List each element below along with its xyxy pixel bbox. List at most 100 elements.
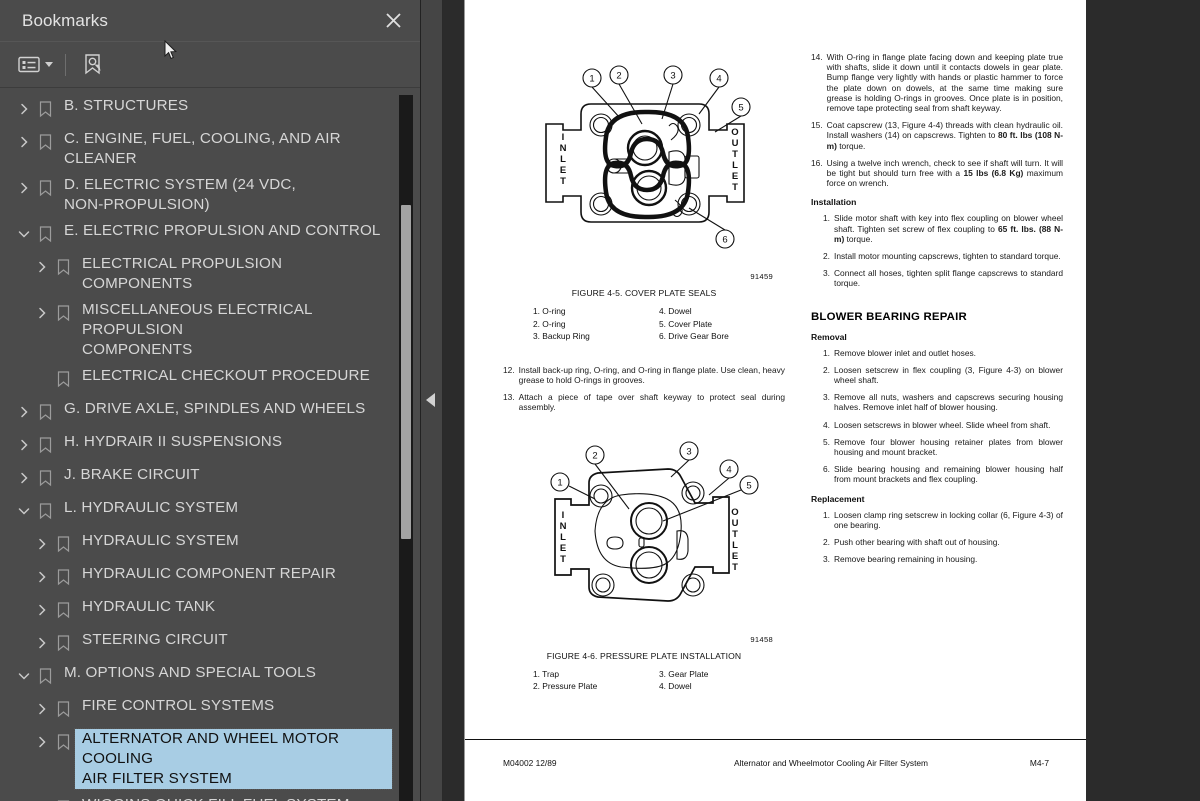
chevron-right-icon[interactable]	[14, 176, 34, 200]
chevron-right-icon[interactable]	[32, 532, 52, 556]
step-text: Loosen clamp ring setscrew in locking co…	[834, 509, 1063, 530]
bookmark-item[interactable]: L. HYDRAULIC SYSTEM	[0, 495, 400, 528]
step-number: 1.	[823, 213, 830, 224]
bookmark-item[interactable]: D. ELECTRIC SYSTEM (24 VDC, NON-PROPULSI…	[0, 172, 400, 218]
step-number: 5.	[823, 436, 830, 447]
removal-heading: Removal	[811, 331, 847, 342]
bookmark-item[interactable]: J. BRAKE CIRCUIT	[0, 462, 400, 495]
list-item: 2. Push other bearing with shaft out of …	[819, 537, 1063, 547]
svg-text:I: I	[562, 510, 565, 521]
list-item: 3. Remove all nuts, washers and capscrew…	[819, 392, 1063, 412]
chevron-right-icon[interactable]	[32, 301, 52, 325]
svg-text:T: T	[560, 176, 566, 187]
svg-text:L: L	[560, 532, 566, 543]
legend-item: 1. O-ring	[533, 306, 566, 316]
bookmark-item[interactable]: M. OPTIONS AND SPECIAL TOOLS	[0, 660, 400, 693]
bookmark-item[interactable]: HYDRAULIC TANK	[0, 594, 400, 627]
bookmark-item[interactable]: C. ENGINE, FUEL, COOLING, AND AIR CLEANE…	[0, 126, 400, 172]
svg-text:1: 1	[589, 74, 594, 85]
new-bookmark-button[interactable]	[78, 50, 108, 80]
svg-text:E: E	[560, 543, 566, 554]
bookmarks-tree[interactable]: B. STRUCTURES C. ENGINE, FUEL, COOLING, A…	[0, 89, 400, 801]
chevron-right-icon[interactable]	[14, 466, 34, 490]
pdf-reader-window: Bookmarks B. STRUCTURES C. ENGINE, FUEL,…	[0, 0, 1200, 801]
svg-text:T: T	[732, 149, 738, 160]
footer-page-number: M4-7	[1029, 758, 1049, 768]
bookmark-icon	[52, 301, 74, 325]
bookmark-icon	[34, 97, 56, 121]
svg-text:4: 4	[726, 464, 731, 475]
figure-4-5-caption: FIGURE 4-5. COVER PLATE SEALS	[571, 288, 717, 298]
bookmark-item[interactable]: G. DRIVE AXLE, SPINDLES AND WHEELS	[0, 396, 400, 429]
chevron-right-icon[interactable]	[14, 433, 34, 457]
chevron-down-icon	[45, 62, 53, 67]
svg-text:L: L	[732, 160, 738, 171]
chevron-down-icon[interactable]	[14, 664, 34, 688]
replacement-steps: 1. Loosen clamp ring setscrew in locking…	[811, 510, 1063, 565]
bookmark-item[interactable]: HYDRAULIC SYSTEM	[0, 528, 400, 561]
bookmarks-panel: Bookmarks B. STRUCTURES C. ENGINE, FUEL,…	[0, 0, 421, 801]
step-number: 3.	[823, 554, 830, 565]
step-text: Slide bearing housing and remaining blow…	[834, 464, 1063, 485]
step-number: 2.	[823, 364, 830, 375]
svg-text:T: T	[560, 554, 566, 565]
chevron-right-icon[interactable]	[32, 631, 52, 655]
svg-text:3: 3	[686, 446, 691, 457]
svg-text:E: E	[560, 165, 566, 176]
bookmark-item-label: FIRE CONTROL SYSTEMS	[82, 697, 275, 714]
bookmark-item[interactable]: FIRE CONTROL SYSTEMS	[0, 693, 400, 726]
svg-text:E: E	[732, 171, 738, 182]
bookmark-item-label: HYDRAULIC TANK	[82, 598, 216, 615]
legend-item: 3. Gear Plate	[659, 668, 709, 679]
bookmark-icon	[34, 130, 56, 154]
bookmark-item[interactable]: H. HYDRAIR II SUSPENSIONS	[0, 429, 400, 462]
bookmark-icon	[34, 466, 56, 490]
step-text: Coat capscrew (13, Figure 4-4) threads w…	[826, 120, 1063, 151]
collapse-left-arrow-icon[interactable]	[426, 393, 435, 407]
bookmark-item-selected[interactable]: ALTERNATOR AND WHEEL MOTOR COOLING AIR F…	[0, 726, 400, 792]
bookmark-item[interactable]: MISCELLANEOUS ELECTRICAL PROPULSION COMP…	[0, 297, 400, 363]
bookmark-item[interactable]: ELECTRICAL CHECKOUT PROCEDURE	[0, 363, 400, 396]
svg-text:T: T	[732, 562, 738, 573]
bookmark-icon	[34, 400, 56, 424]
step-number: 1.	[823, 347, 830, 358]
step-number: 2.	[823, 251, 830, 262]
bookmark-icon	[34, 222, 56, 246]
pdf-page-footer: M04002 12/89 Alternator and Wheelmotor C…	[465, 739, 1086, 801]
chevron-right-icon[interactable]	[14, 400, 34, 424]
bookmark-item[interactable]: WIGGINS QUICK FILL FUEL SYSTEM	[0, 792, 400, 801]
bookmark-item[interactable]: B. STRUCTURES	[0, 93, 400, 126]
chevron-right-icon[interactable]	[14, 97, 34, 121]
legend-item: 3. Backup Ring	[533, 331, 590, 342]
svg-text:4: 4	[716, 74, 721, 85]
bookmarks-scrollbar-thumb[interactable]	[401, 205, 411, 539]
chevron-right-icon[interactable]	[14, 130, 34, 154]
chevron-right-icon[interactable]	[32, 255, 52, 279]
bookmark-item[interactable]: E. ELECTRIC PROPULSION AND CONTROL	[0, 218, 400, 251]
list-item: 1. Remove blower inlet and outlet hoses.	[819, 348, 1063, 358]
chevron-right-icon[interactable]	[32, 598, 52, 622]
chevron-down-icon[interactable]	[14, 222, 34, 246]
chevron-right-icon[interactable]	[32, 730, 52, 754]
svg-text:2: 2	[592, 450, 597, 461]
bookmark-item[interactable]: STEERING CIRCUIT	[0, 627, 400, 660]
chevron-right-icon[interactable]	[32, 565, 52, 589]
list-item: 15. Coat capscrew (13, Figure 4-4) threa…	[811, 120, 1063, 151]
bookmarks-scrollbar[interactable]	[399, 95, 413, 801]
bookmark-item-label: C. ENGINE, FUEL, COOLING, AND AIR CLEANE…	[64, 130, 341, 167]
bookmark-item[interactable]: HYDRAULIC COMPONENT REPAIR	[0, 561, 400, 594]
figure-4-5: 1 2 3 4 5 6 INL ET O U T L E T 91459 FIG…	[503, 52, 785, 343]
bookmark-options-button[interactable]	[14, 50, 57, 80]
bookmark-icon	[52, 565, 74, 589]
chevron-right-icon[interactable]	[32, 796, 52, 801]
footer-document-number: M04002 12/89	[503, 758, 557, 768]
close-icon[interactable]	[380, 8, 406, 34]
figure-4-5-drawing-number: 91459	[750, 272, 773, 281]
chevron-right-icon[interactable]	[32, 697, 52, 721]
bookmark-item[interactable]: ELECTRICAL PROPULSION COMPONENTS	[0, 251, 400, 297]
list-item: 2. Install motor mounting capscrews, tig…	[819, 251, 1063, 261]
list-item: 6. Slide bearing housing and remaining b…	[819, 464, 1063, 484]
panel-collapse-strip	[421, 0, 443, 801]
chevron-down-icon[interactable]	[14, 499, 34, 523]
